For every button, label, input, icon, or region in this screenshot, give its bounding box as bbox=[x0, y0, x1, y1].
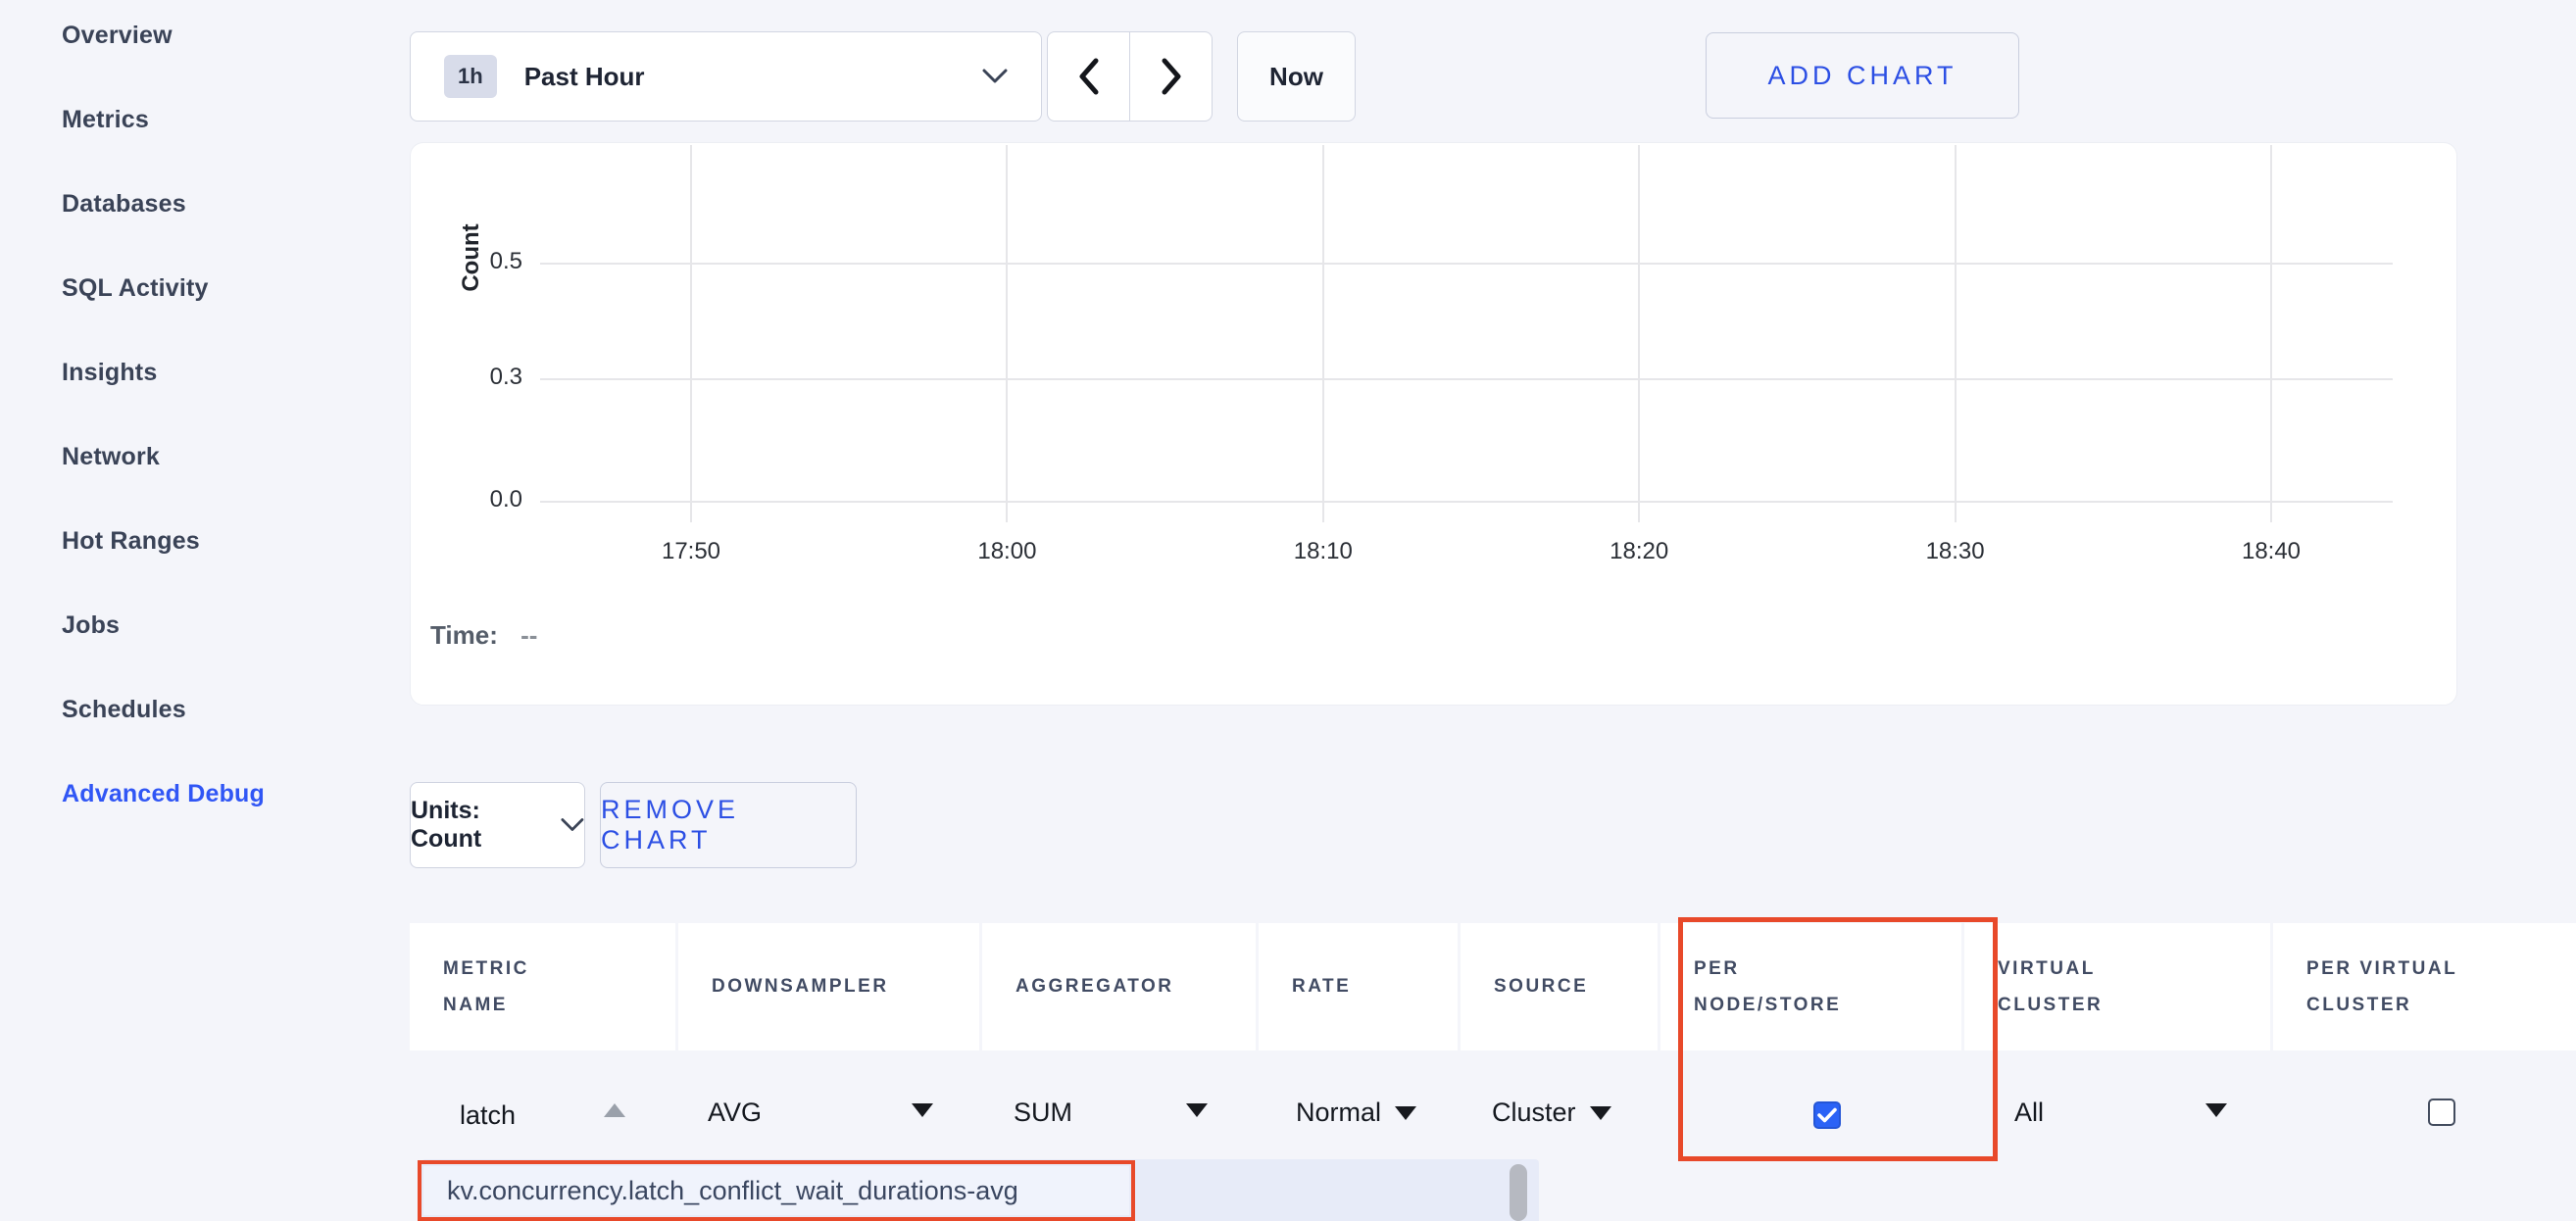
per-virtual-cluster-checkbox[interactable] bbox=[2428, 1099, 2455, 1126]
time-range-badge: 1h bbox=[444, 55, 497, 98]
sidebar-item-hot-ranges[interactable]: Hot Ranges bbox=[62, 527, 265, 611]
triangle-down-icon bbox=[912, 1103, 933, 1117]
triangle-down-icon bbox=[1590, 1106, 1611, 1120]
y-tick-label: 0.0 bbox=[442, 486, 522, 513]
virtual-cluster-value: All bbox=[2014, 1098, 2044, 1128]
x-tick-label: 18:30 bbox=[1887, 538, 2024, 565]
metric-table-header: METRIC NAME DOWNSAMPLER AGGREGATOR RATE … bbox=[410, 923, 2576, 1050]
sidebar-item-schedules[interactable]: Schedules bbox=[62, 696, 265, 780]
x-gridline bbox=[1322, 145, 1324, 522]
metric-suggestions-panel: kv.concurrency.latch_conflict_wait_durat… bbox=[421, 1159, 1539, 1221]
header-per-node-store: PER NODE/STORE bbox=[1660, 923, 1961, 1050]
header-downsampler: DOWNSAMPLER bbox=[678, 923, 979, 1050]
y-gridline bbox=[540, 263, 2393, 265]
sidebar-item-advanced-debug[interactable]: Advanced Debug bbox=[62, 780, 265, 864]
aggregator-select-arrow[interactable] bbox=[1186, 1103, 1208, 1117]
chevron-left-icon bbox=[1077, 58, 1101, 95]
triangle-up-icon bbox=[604, 1103, 625, 1117]
metric-name-sort-toggle[interactable] bbox=[604, 1103, 625, 1117]
y-tick-label: 0.5 bbox=[442, 248, 522, 275]
sidebar-item-jobs[interactable]: Jobs bbox=[62, 611, 265, 696]
header-aggregator: AGGREGATOR bbox=[982, 923, 1256, 1050]
metric-suggestion-item[interactable]: kv.concurrency.latch_conflict_wait_durat… bbox=[423, 1166, 1129, 1215]
chevron-down-icon bbox=[982, 69, 1008, 84]
header-per-virtual-cluster: PER VIRTUAL CLUSTER bbox=[2273, 923, 2576, 1050]
x-gridline bbox=[1638, 145, 1640, 522]
time-window-pager bbox=[1047, 31, 1213, 122]
x-gridline bbox=[1006, 145, 1008, 522]
sidebar: Overview Metrics Databases SQL Activity … bbox=[0, 0, 410, 1221]
suggestions-scrollbar-thumb[interactable] bbox=[1510, 1164, 1527, 1221]
virtual-cluster-select[interactable]: All bbox=[2014, 1098, 2044, 1128]
hover-time-readout: Time: -- bbox=[430, 620, 537, 651]
sidebar-item-sql-activity[interactable]: SQL Activity bbox=[62, 274, 265, 359]
metric-name-input[interactable] bbox=[460, 1096, 607, 1135]
triangle-down-icon bbox=[1186, 1103, 1208, 1117]
x-tick-label: 18:20 bbox=[1570, 538, 1708, 565]
rate-select[interactable]: Normal bbox=[1296, 1098, 1416, 1128]
sidebar-item-insights[interactable]: Insights bbox=[62, 359, 265, 443]
source-select[interactable]: Cluster bbox=[1492, 1098, 1611, 1128]
downsampler-select[interactable]: AVG bbox=[708, 1098, 762, 1128]
sidebar-nav-list: Overview Metrics Databases SQL Activity … bbox=[62, 22, 265, 864]
time-range-label: Past Hour bbox=[524, 62, 982, 92]
header-virtual-cluster: VIRTUAL CLUSTER bbox=[1964, 923, 2270, 1050]
header-rate: RATE bbox=[1259, 923, 1458, 1050]
header-metric-name: METRIC NAME bbox=[410, 923, 675, 1050]
rate-value: Normal bbox=[1296, 1098, 1381, 1128]
time-range-dropdown[interactable]: 1h Past Hour bbox=[410, 31, 1042, 122]
next-time-window-button[interactable] bbox=[1129, 31, 1213, 122]
sidebar-item-metrics[interactable]: Metrics bbox=[62, 106, 265, 190]
units-dropdown-label: Units: Count bbox=[411, 797, 545, 854]
plot-area: 17:5018:0018:1018:2018:3018:400.50.30.0 bbox=[540, 145, 2393, 522]
per-node-store-checkbox[interactable] bbox=[1813, 1101, 1841, 1129]
triangle-down-icon bbox=[2205, 1103, 2227, 1117]
x-tick-label: 18:00 bbox=[938, 538, 1075, 565]
x-gridline bbox=[2270, 145, 2272, 522]
triangle-down-icon bbox=[1395, 1106, 1416, 1120]
x-gridline bbox=[690, 145, 692, 522]
y-tick-label: 0.3 bbox=[442, 364, 522, 391]
remove-chart-button[interactable]: REMOVE CHART bbox=[600, 782, 857, 868]
x-gridline bbox=[1955, 145, 1957, 522]
virtual-cluster-select-arrow[interactable] bbox=[2205, 1103, 2227, 1117]
downsampler-value: AVG bbox=[708, 1098, 762, 1128]
chevron-right-icon bbox=[1160, 58, 1183, 95]
now-button[interactable]: Now bbox=[1237, 31, 1356, 122]
hover-time-label: Time: bbox=[430, 620, 498, 650]
aggregator-select[interactable]: SUM bbox=[1014, 1098, 1072, 1128]
chevron-down-icon bbox=[561, 817, 584, 833]
x-tick-label: 18:10 bbox=[1255, 538, 1392, 565]
custom-chart-page: Overview Metrics Databases SQL Activity … bbox=[0, 0, 2576, 1221]
prev-time-window-button[interactable] bbox=[1047, 31, 1130, 122]
aggregator-value: SUM bbox=[1014, 1098, 1072, 1128]
units-dropdown[interactable]: Units: Count bbox=[410, 782, 585, 868]
sidebar-item-overview[interactable]: Overview bbox=[62, 22, 265, 106]
hover-time-value: -- bbox=[520, 620, 537, 650]
chart-card: Count 17:5018:0018:1018:2018:3018:400.50… bbox=[410, 142, 2457, 706]
sidebar-item-databases[interactable]: Databases bbox=[62, 190, 265, 274]
add-chart-button[interactable]: ADD CHART bbox=[1706, 32, 2019, 119]
header-source: SOURCE bbox=[1461, 923, 1658, 1050]
y-gridline bbox=[540, 378, 2393, 380]
x-tick-label: 18:40 bbox=[2203, 538, 2340, 565]
checkmark-icon bbox=[1817, 1107, 1837, 1123]
downsampler-select-arrow[interactable] bbox=[912, 1103, 933, 1117]
x-tick-label: 17:50 bbox=[622, 538, 760, 565]
y-gridline bbox=[540, 501, 2393, 503]
sidebar-item-network[interactable]: Network bbox=[62, 443, 265, 527]
source-value: Cluster bbox=[1492, 1098, 1576, 1128]
